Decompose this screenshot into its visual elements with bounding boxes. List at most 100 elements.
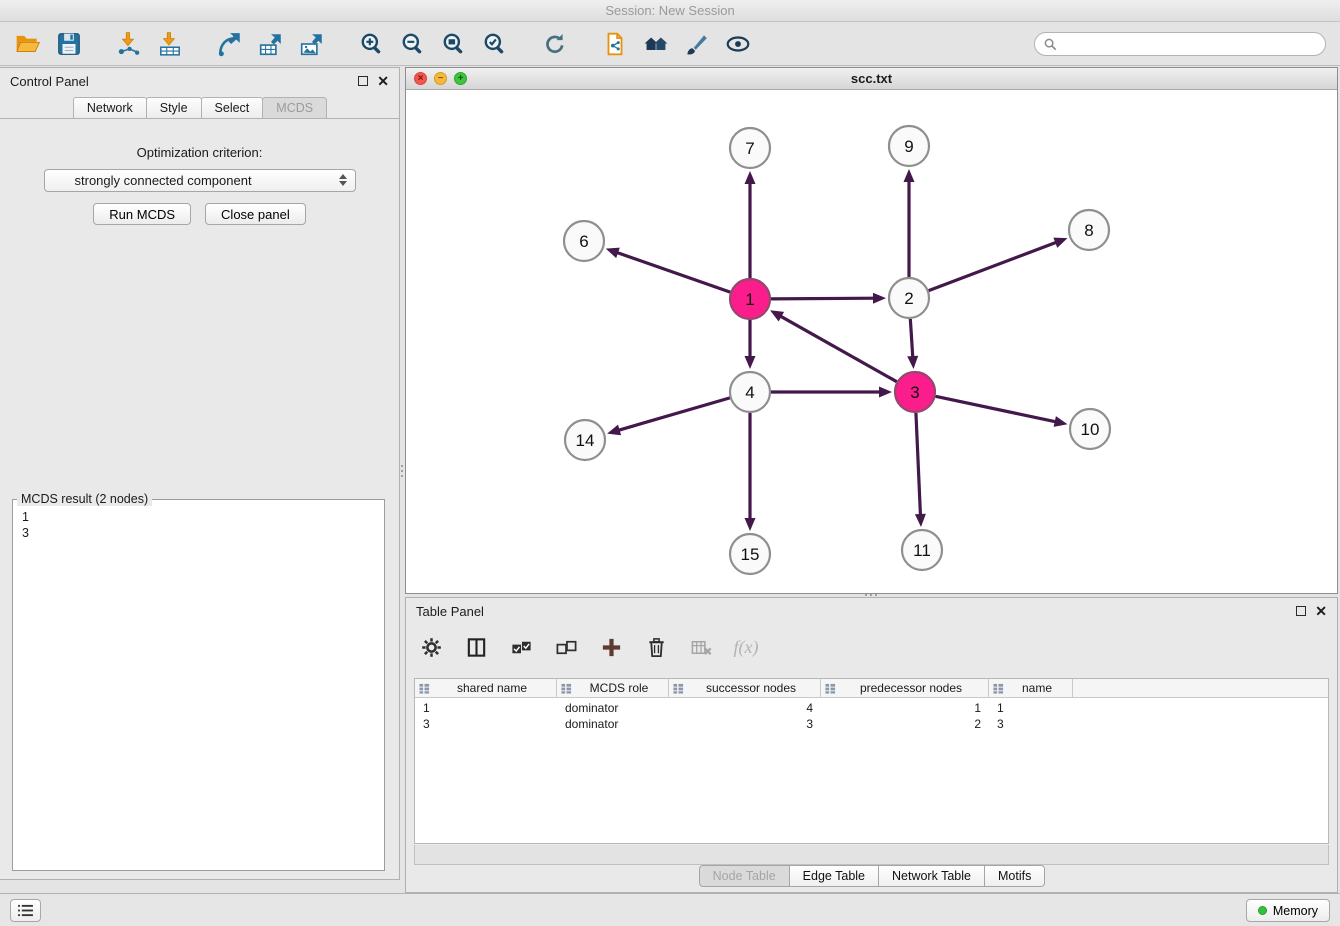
- table-tab-network-table[interactable]: Network Table: [878, 865, 985, 887]
- criterion-dropdown[interactable]: strongly connected component: [44, 169, 356, 192]
- graph-edge-arrowhead: [607, 425, 621, 436]
- table-cell[interactable]: dominator: [557, 701, 669, 715]
- graph-edge-arrowhead: [873, 293, 886, 304]
- column-header-shared-name[interactable]: shared name: [415, 679, 557, 697]
- export-network-icon[interactable]: [216, 30, 244, 58]
- mcds-result-item[interactable]: 1: [22, 509, 375, 525]
- table-tab-motifs[interactable]: Motifs: [984, 865, 1045, 887]
- graph-edge-1-2[interactable]: [771, 298, 876, 299]
- search-input[interactable]: [1062, 37, 1316, 52]
- table-cell[interactable]: 1: [415, 701, 557, 715]
- import-table-icon[interactable]: [156, 30, 184, 58]
- show-columns-icon[interactable]: [463, 634, 489, 660]
- column-header-predecessor-nodes[interactable]: predecessor nodes: [821, 679, 989, 697]
- window-zoom-icon[interactable]: +: [454, 72, 467, 85]
- graph-node-label-4: 4: [745, 383, 754, 402]
- duplicate-network-icon[interactable]: [601, 30, 629, 58]
- graph-edge-4-14[interactable]: [617, 398, 730, 431]
- table-cell[interactable]: 2: [821, 717, 989, 731]
- column-sort-icon: [561, 683, 572, 694]
- column-header-MCDS-role[interactable]: MCDS role: [557, 679, 669, 697]
- graph-node-label-15: 15: [741, 545, 760, 564]
- run-mcds-button[interactable]: Run MCDS: [93, 203, 191, 225]
- float-table-panel-icon[interactable]: [1296, 606, 1306, 616]
- settings-gear-icon[interactable]: [418, 634, 444, 660]
- table-cell[interactable]: 4: [669, 701, 821, 715]
- appearance-icon[interactable]: [683, 30, 711, 58]
- eye-icon[interactable]: [724, 30, 752, 58]
- graph-node-label-2: 2: [904, 289, 913, 308]
- add-row-icon[interactable]: [598, 634, 624, 660]
- table-cell[interactable]: 1: [821, 701, 989, 715]
- graph-node-label-14: 14: [576, 431, 595, 450]
- control-tab-style[interactable]: Style: [146, 97, 202, 118]
- export-table-icon[interactable]: [257, 30, 285, 58]
- graph-edge-2-3[interactable]: [910, 319, 913, 359]
- column-sort-icon: [993, 683, 1004, 694]
- refresh-icon[interactable]: [541, 30, 569, 58]
- table-panel-header: Table Panel ✕: [406, 598, 1337, 624]
- table-row[interactable]: 1dominator411: [415, 700, 1328, 716]
- table-tab-node-table[interactable]: Node Table: [699, 865, 790, 887]
- search-field[interactable]: [1034, 32, 1326, 56]
- status-bar: Memory: [0, 893, 1340, 926]
- graph-edge-arrowhead: [1053, 238, 1067, 248]
- toolbar-group: [358, 30, 509, 58]
- graph-edge-arrowhead: [745, 356, 756, 369]
- export-image-icon[interactable]: [298, 30, 326, 58]
- graph-edge-arrowhead: [879, 387, 892, 398]
- table-row[interactable]: 3dominator323: [415, 716, 1328, 732]
- window-title: Session: New Session: [605, 3, 734, 18]
- delete-row-icon[interactable]: [643, 634, 669, 660]
- zoom-fit-icon[interactable]: [440, 30, 468, 58]
- graph-edge-1-6[interactable]: [615, 252, 730, 292]
- save-session-icon[interactable]: [55, 30, 83, 58]
- table-cell[interactable]: 3: [669, 717, 821, 731]
- open-session-icon[interactable]: [14, 30, 42, 58]
- toolbar-group: [216, 30, 326, 58]
- control-tab-mcds[interactable]: MCDS: [262, 97, 327, 118]
- zoom-selected-icon[interactable]: [481, 30, 509, 58]
- float-panel-icon[interactable]: [358, 76, 368, 86]
- window-minimize-icon[interactable]: −: [434, 72, 447, 85]
- network-canvas[interactable]: 7968124314101511: [406, 90, 1337, 593]
- graph-edge-2-8[interactable]: [929, 242, 1058, 291]
- table-cell[interactable]: 1: [989, 701, 1073, 715]
- toolbar-group: [14, 30, 83, 58]
- control-tab-network[interactable]: Network: [73, 97, 147, 118]
- close-table-panel-icon[interactable]: ✕: [1315, 606, 1327, 616]
- mcds-result-list: 13: [13, 506, 384, 544]
- table-cell[interactable]: 3: [989, 717, 1073, 731]
- graph-edge-arrowhead: [1054, 416, 1068, 427]
- zoom-out-icon[interactable]: [399, 30, 427, 58]
- graph-node-label-6: 6: [579, 232, 588, 251]
- window-close-icon[interactable]: ×: [414, 72, 427, 85]
- import-network-icon[interactable]: [115, 30, 143, 58]
- memory-button[interactable]: Memory: [1246, 899, 1330, 922]
- zoom-in-icon[interactable]: [358, 30, 386, 58]
- table-cell[interactable]: dominator: [557, 717, 669, 731]
- table-tab-edge-table[interactable]: Edge Table: [789, 865, 879, 887]
- table-horizontal-scrollbar[interactable]: [414, 845, 1329, 865]
- select-all-rows-icon[interactable]: [508, 634, 534, 660]
- control-panel: Control Panel ✕ NetworkStyleSelectMCDS O…: [0, 67, 400, 880]
- network-window: × − + scc.txt 7968124314101511: [405, 67, 1338, 594]
- table-cell[interactable]: 3: [415, 717, 557, 731]
- network-graph[interactable]: 7968124314101511: [406, 90, 1337, 593]
- close-panel-button[interactable]: Close panel: [205, 203, 306, 225]
- home-icon[interactable]: [642, 30, 670, 58]
- deselect-all-rows-icon[interactable]: [553, 634, 579, 660]
- task-history-icon[interactable]: [10, 899, 41, 922]
- table-tabs: Node TableEdge TableNetwork TableMotifs: [406, 865, 1337, 887]
- graph-edge-arrowhead: [745, 171, 756, 184]
- column-header-name[interactable]: name: [989, 679, 1073, 697]
- graph-edge-3-1[interactable]: [779, 315, 897, 381]
- memory-label: Memory: [1273, 904, 1318, 918]
- graph-edge-3-10[interactable]: [936, 396, 1058, 422]
- close-panel-icon[interactable]: ✕: [377, 76, 389, 86]
- mcds-result-item[interactable]: 3: [22, 525, 375, 541]
- control-tab-select[interactable]: Select: [201, 97, 264, 118]
- graph-edge-3-11[interactable]: [916, 413, 921, 517]
- graph-edge-arrowhead: [915, 514, 926, 527]
- column-header-successor-nodes[interactable]: successor nodes: [669, 679, 821, 697]
